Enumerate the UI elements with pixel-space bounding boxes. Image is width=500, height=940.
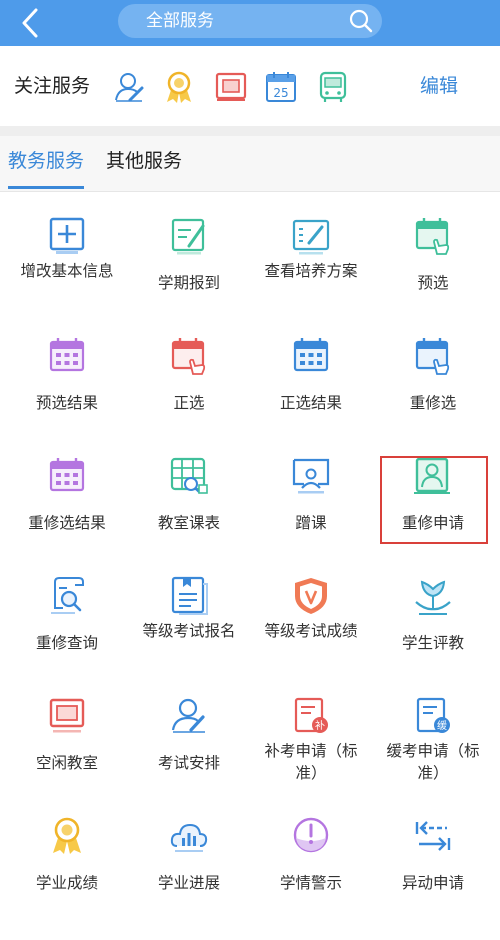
progress-icon: [170, 823, 208, 852]
service-free-classroom[interactable]: 空闲教室: [6, 680, 128, 800]
exam-arrange-icon: [171, 698, 205, 733]
service-label: 预选结果: [35, 394, 98, 412]
service-status-change[interactable]: 异动申请: [372, 800, 494, 920]
preselect-icon: [415, 218, 450, 255]
service-classroom-schedule[interactable]: 教室课表: [128, 440, 250, 560]
service-grades[interactable]: 学业成绩: [6, 800, 128, 920]
svg-text:缓: 缓: [437, 719, 447, 732]
followed-services-title: 关注服务: [14, 75, 91, 97]
service-add-info[interactable]: 增改基本信息: [6, 200, 128, 320]
preselect-result-icon: [49, 338, 85, 372]
tab-other-services[interactable]: 其他服务: [106, 136, 182, 186]
service-label: 空闲教室: [35, 754, 98, 772]
service-retake-select[interactable]: 重修选: [372, 320, 494, 440]
select-icon: [171, 338, 206, 375]
makeup-exam-icon: 补: [294, 697, 328, 733]
user-edit-icon[interactable]: [112, 70, 146, 104]
medal-icon[interactable]: [162, 70, 196, 104]
retake-result-icon: [49, 458, 85, 492]
service-label: 教室课表: [157, 514, 220, 532]
warning-icon: [293, 817, 329, 853]
service-label: 学情警示: [279, 874, 342, 892]
service-warning[interactable]: 学情警示: [250, 800, 372, 920]
grades-icon: [53, 817, 81, 854]
service-tabs: 教务服务 其他服务: [0, 136, 500, 192]
service-label: 重修选结果: [28, 514, 106, 532]
service-view-plan[interactable]: 查看培养方案: [250, 200, 372, 320]
service-label: 预选: [417, 274, 449, 292]
back-arrow-icon: [22, 8, 38, 38]
service-exam-score[interactable]: 等级考试成绩: [250, 560, 372, 680]
service-label: 补考申请（标准）: [264, 742, 358, 782]
edit-button[interactable]: 编辑: [420, 46, 458, 126]
audit-class-icon: [292, 458, 330, 494]
service-label: 考试安排: [157, 754, 220, 772]
service-makeup-exam[interactable]: 补 补考申请（标准）: [250, 680, 372, 800]
service-label: 蹭课: [295, 514, 327, 532]
service-select[interactable]: 正选: [128, 320, 250, 440]
report-icon: [171, 218, 205, 255]
deferred-exam-icon: 缓: [416, 697, 450, 733]
service-label: 正选结果: [279, 394, 342, 412]
service-label: 学生评教: [401, 634, 464, 652]
status-change-icon: [415, 821, 451, 851]
service-evaluation[interactable]: 学生评教: [372, 560, 494, 680]
free-classroom-icon: [49, 698, 85, 733]
service-preselect[interactable]: 预选: [372, 200, 494, 320]
service-deferred-exam[interactable]: 缓 缓考申请（标准）: [372, 680, 494, 800]
service-retake-result[interactable]: 重修选结果: [6, 440, 128, 560]
svg-text:25: 25: [273, 86, 288, 100]
service-term-report[interactable]: 学期报到: [128, 200, 250, 320]
service-label: 异动申请: [401, 874, 464, 892]
tab-academic-services[interactable]: 教务服务: [8, 136, 84, 186]
classroom-icon[interactable]: [214, 70, 248, 104]
app-root: 全部服务 关注服务 25 编辑 教务服务 其他服务 增改基本信息 学期报到 查看…: [0, 0, 500, 940]
section-divider: [0, 126, 500, 136]
active-tab-indicator: [8, 186, 84, 189]
service-audit-class[interactable]: 蹭课: [250, 440, 372, 560]
service-label: 重修查询: [35, 634, 98, 652]
search-input[interactable]: 全部服务: [118, 4, 382, 38]
plan-icon: [292, 219, 330, 255]
service-label: 学业进展: [157, 874, 220, 892]
highlight-box: [380, 456, 488, 544]
service-label: 学期报到: [157, 274, 220, 292]
bus-icon[interactable]: [316, 70, 350, 104]
search-icon: [349, 9, 373, 33]
service-label: 缓考申请（标准）: [386, 742, 480, 782]
service-exam-arrange[interactable]: 考试安排: [128, 680, 250, 800]
service-label: 等级考试成绩: [264, 622, 358, 640]
service-retake-query[interactable]: 重修查询: [6, 560, 128, 680]
classroom-schedule-icon: [170, 457, 208, 494]
select-result-icon: [293, 338, 329, 372]
service-label: 重修选: [409, 394, 457, 412]
service-select-result[interactable]: 正选结果: [250, 320, 372, 440]
svg-text:补: 补: [315, 719, 325, 732]
add-info-icon: [49, 217, 85, 254]
calendar-icon[interactable]: 25: [264, 70, 298, 104]
exam-score-icon: [295, 578, 327, 614]
service-label: 增改基本信息: [20, 262, 114, 280]
retake-query-icon: [51, 577, 84, 614]
service-label: 学业成绩: [35, 874, 98, 892]
service-progress[interactable]: 学业进展: [128, 800, 250, 920]
service-label: 正选: [173, 394, 205, 412]
service-exam-register[interactable]: 等级考试报名: [128, 560, 250, 680]
service-label: 查看培养方案: [264, 262, 358, 280]
service-preselect-result[interactable]: 预选结果: [6, 320, 128, 440]
header-bar: 全部服务: [0, 0, 500, 46]
back-button[interactable]: [14, 6, 48, 40]
retake-select-icon: [415, 338, 450, 375]
followed-services-bar: 关注服务 25 编辑: [0, 46, 500, 126]
exam-register-icon: [171, 576, 208, 615]
service-label: 等级考试报名: [142, 622, 236, 640]
search-placeholder: 全部服务: [146, 11, 214, 31]
evaluation-icon: [415, 580, 451, 615]
